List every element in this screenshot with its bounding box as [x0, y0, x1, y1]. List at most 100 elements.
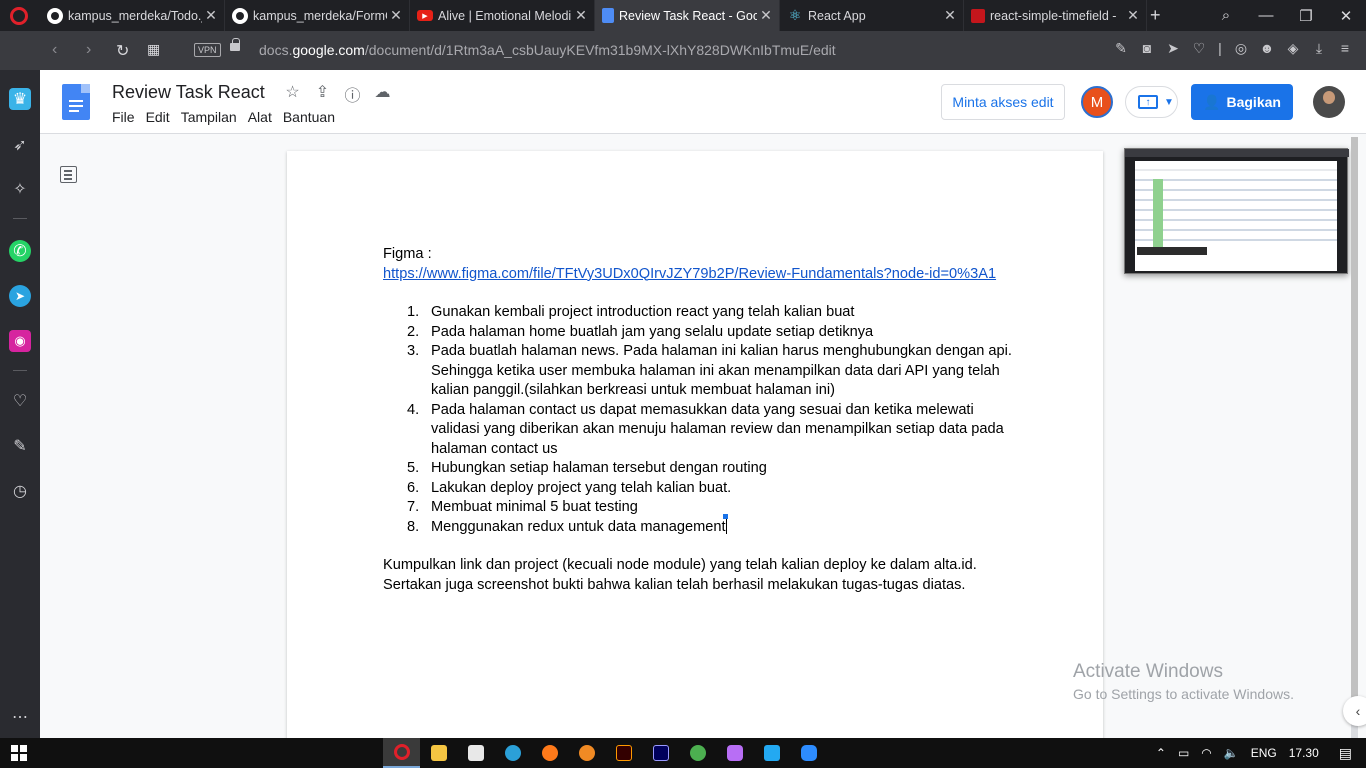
list-number: 3.: [407, 343, 420, 359]
windows-start-icon[interactable]: [11, 745, 27, 761]
taskbar-figma-app[interactable]: [531, 738, 568, 768]
present-button[interactable]: ↑ ▼: [1125, 86, 1178, 118]
speed-dial-icon[interactable]: ▦: [147, 41, 160, 58]
close-icon[interactable]: ✕: [202, 7, 220, 24]
taskbar-blender[interactable]: [568, 738, 605, 768]
heart-icon[interactable]: ♡: [1190, 40, 1208, 57]
heart-icon[interactable]: ♡: [9, 390, 31, 412]
menu-edit[interactable]: Edit: [144, 109, 176, 125]
taskbar-zoom[interactable]: [790, 738, 827, 768]
taskbar-vscode[interactable]: [753, 738, 790, 768]
close-window-icon[interactable]: ✕: [1326, 7, 1366, 25]
crown-icon[interactable]: ♛: [9, 88, 31, 110]
menu-file[interactable]: File: [110, 109, 141, 125]
send-icon[interactable]: ➤: [1164, 40, 1182, 57]
list-text: Lakukan deploy project yang telah kalian…: [431, 479, 732, 496]
list-text: Pada halaman contact us dapat memasukkan…: [431, 401, 1004, 457]
thumbnail-titlebar: [1125, 149, 1349, 157]
menu-view[interactable]: Tampilan: [179, 109, 243, 125]
battery-icon[interactable]: ▭: [1172, 746, 1195, 760]
taskbar-illustrator[interactable]: [605, 738, 642, 768]
side-panel-toggle[interactable]: ‹: [1343, 696, 1366, 726]
close-icon[interactable]: ✕: [1124, 7, 1142, 24]
tab-react-app[interactable]: ⚛ React App ✕: [780, 0, 964, 31]
clock-icon[interactable]: ◷: [9, 480, 31, 502]
vertical-scrollbar[interactable]: [1351, 137, 1358, 738]
figma-link[interactable]: https://www.figma.com/file/TFtVy3UDx0QIr…: [383, 265, 1023, 285]
compass-icon[interactable]: ✧: [9, 178, 31, 200]
taskbar-edge[interactable]: [494, 738, 531, 768]
forward-icon[interactable]: ›: [86, 41, 91, 59]
minimize-icon[interactable]: —: [1246, 7, 1286, 24]
edit-page-icon[interactable]: ✎: [1112, 40, 1130, 57]
more-icon[interactable]: ⋯: [9, 706, 31, 728]
chevron-up-icon[interactable]: ⌃: [1150, 746, 1172, 760]
document-outline-icon[interactable]: [60, 166, 77, 183]
divider: |: [1218, 40, 1222, 56]
tab-todo[interactable]: kampus_merdeka/Todo.j ✕: [40, 0, 225, 31]
vpn-badge[interactable]: VPN: [194, 43, 221, 57]
whatsapp-icon[interactable]: ✆: [9, 240, 31, 262]
avatar[interactable]: M: [1081, 86, 1113, 118]
docs-icon: [602, 8, 614, 23]
tab-formc[interactable]: kampus_merdeka/FormC ✕: [225, 0, 410, 31]
tab-title: kampus_merdeka/FormC: [253, 8, 387, 23]
reload-icon[interactable]: ↻: [116, 41, 129, 61]
wallet-icon[interactable]: ◎: [1232, 40, 1250, 57]
close-icon[interactable]: ✕: [757, 7, 775, 24]
figma-label: Figma :: [383, 246, 432, 262]
history-edit-icon[interactable]: ✎: [9, 435, 31, 457]
cloud-icon[interactable]: ☁: [373, 82, 392, 106]
back-icon[interactable]: ‹: [52, 41, 57, 59]
screen-share-thumbnail[interactable]: [1124, 148, 1349, 274]
language-indicator[interactable]: ENG: [1245, 746, 1283, 760]
opera-logo-icon[interactable]: [10, 7, 28, 25]
tab-review-task[interactable]: Review Task React - Goo ✕: [595, 0, 780, 31]
request-edit-access-button[interactable]: Minta akses edit: [941, 84, 1065, 120]
tab-timefield[interactable]: react-simple-timefield - ✕: [964, 0, 1147, 31]
new-tab-button[interactable]: +: [1150, 5, 1161, 26]
taskbar-after-effects[interactable]: [642, 738, 679, 768]
info-icon[interactable]: ⓘ: [343, 82, 362, 106]
menu-lines-icon[interactable]: ≡: [1336, 40, 1354, 57]
move-folder-icon[interactable]: ⇪: [313, 82, 332, 106]
download-icon[interactable]: ⤓: [1310, 40, 1328, 57]
document-title[interactable]: Review Task React: [112, 82, 265, 103]
clock[interactable]: 17.30: [1283, 746, 1325, 760]
taskbar-opera[interactable]: [383, 738, 420, 768]
search-icon[interactable]: ⌕: [1206, 7, 1246, 24]
cube-icon[interactable]: ◈: [1284, 40, 1302, 57]
browser-tab-bar: kampus_merdeka/Todo.j ✕ kampus_merdeka/F…: [0, 0, 1366, 31]
share-button[interactable]: 👤 Bagikan: [1191, 84, 1293, 120]
url-field[interactable]: docs.google.com/document/d/1Rtm3aA_csbUa…: [259, 42, 836, 58]
list-text: Pada buatlah halaman news. Pada halaman …: [431, 343, 1012, 398]
taskbar-explorer[interactable]: [420, 738, 457, 768]
windows-taskbar: ⌃ ▭ ◠ 🔈 ENG 17.30 ▤: [0, 738, 1366, 768]
menu-help[interactable]: Bantuan: [281, 109, 341, 125]
docs-logo-icon[interactable]: [62, 84, 90, 120]
taskbar-store[interactable]: [457, 738, 494, 768]
notification-icon[interactable]: ▤: [1325, 745, 1366, 762]
close-icon[interactable]: ✕: [387, 7, 405, 24]
closing-line-2: Sertakan juga screenshot bukti bahwa kal…: [383, 576, 966, 593]
rocket-icon[interactable]: ➶: [9, 134, 31, 156]
address-bar: ‹ › ↻ ▦ VPN docs.google.com/document/d/1…: [0, 31, 1366, 70]
close-icon[interactable]: ✕: [941, 7, 959, 24]
account-avatar[interactable]: [1313, 86, 1345, 118]
tab-youtube[interactable]: ▶ Alive | Emotional Melodi ✕: [410, 0, 595, 31]
telegram-icon[interactable]: ➤: [9, 285, 31, 307]
url-domain: google.com: [292, 42, 365, 58]
menu-tools[interactable]: Alat: [246, 109, 278, 125]
document-page[interactable]: Figma : https://www.figma.com/file/TFtVy…: [287, 151, 1103, 738]
taskbar-chrome[interactable]: [679, 738, 716, 768]
camera-icon[interactable]: ◙: [1138, 40, 1156, 57]
close-icon[interactable]: ✕: [572, 7, 590, 24]
volume-icon[interactable]: 🔈: [1218, 746, 1245, 760]
restore-icon[interactable]: ❐: [1286, 7, 1326, 25]
extension-owl-icon[interactable]: ☻: [1258, 40, 1276, 57]
taskbar-app-purple[interactable]: [716, 738, 753, 768]
star-icon[interactable]: ☆: [283, 82, 302, 106]
instagram-icon[interactable]: ◉: [9, 330, 31, 352]
lock-icon[interactable]: [230, 38, 240, 51]
wifi-icon[interactable]: ◠: [1195, 746, 1217, 760]
